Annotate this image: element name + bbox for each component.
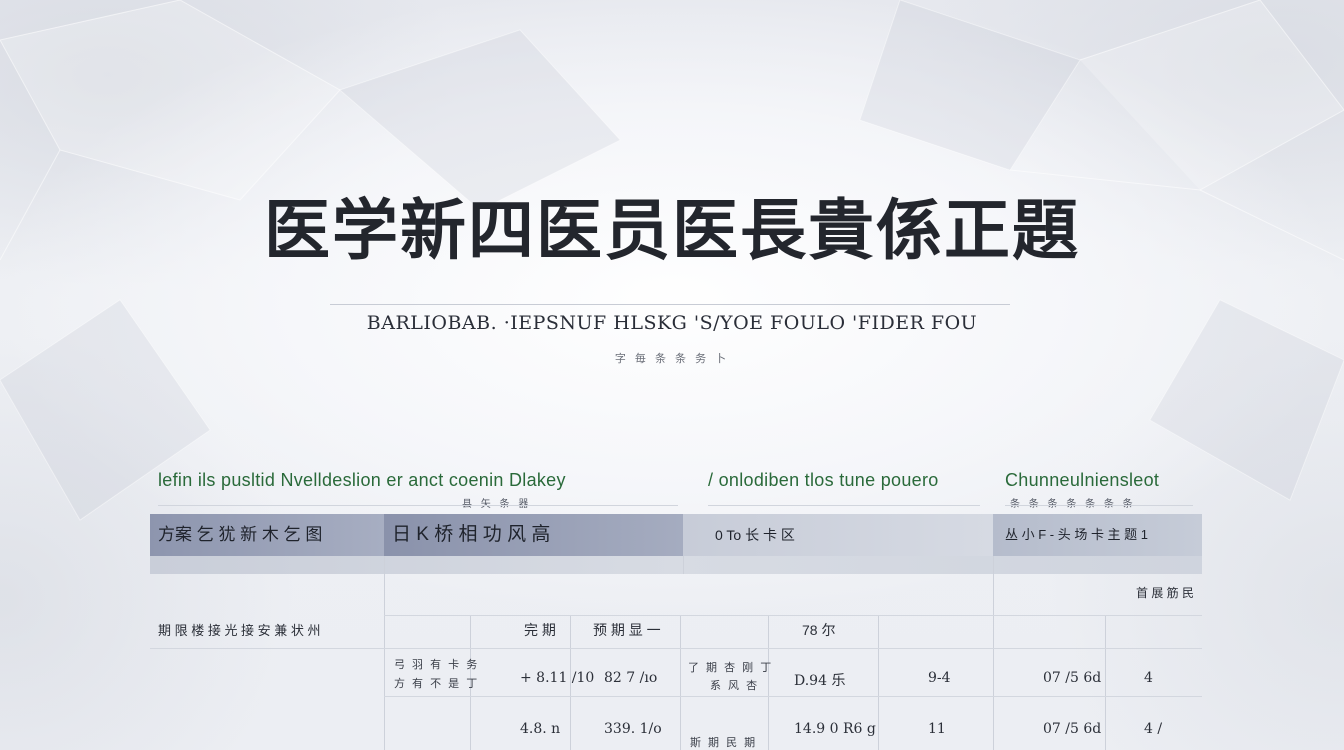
table-header-cell: 丛 小 F - 头 场 卡 主 题 1 [993,514,1202,556]
table-cell: D.94 乐 [794,673,846,689]
table-cell: 4 / [1144,721,1163,737]
section-rule-1 [158,505,678,506]
table-row-divider [150,648,1202,649]
table-cell: 弓 羽 有 卡 务 [394,659,480,671]
table-header-cell: 方案 乞 犹 新 木 乞 图 [150,514,384,556]
section-heading-3: Chunneulniensleot [1005,470,1160,490]
table-row-label: 期 限 楼 接 光 接 安 兼 状 州 [158,623,321,638]
document-title: 医学新四医员医長貴係正題 [264,191,1080,269]
table-cell: 82 7 /ıo [604,670,658,686]
title-divider [330,304,1010,305]
data-table: 方案 乞 犹 新 木 乞 图 日 K 桥 相 功 风 高 0 To 长 卡 区 … [150,514,1202,750]
table-divider [683,556,684,574]
table-cell: 78 尔 [802,622,836,638]
table-cell: 14.9 0 R6 g [794,721,876,737]
table-header-cell: 0 To 长 卡 区 [683,514,993,556]
table-cell: 07 /5 6d [1043,670,1102,686]
table-cell: 方 有 不 是 丁 [394,678,480,690]
table-cell: 预 期 显 一 [593,622,661,638]
table-cell: 系 风 杏 [710,680,760,692]
table-cell: 4 [1144,670,1153,686]
table-unit-note: 首 展 筋 民 [1136,586,1195,600]
table-cell: 斯 期 民 期 [690,737,758,749]
table-cell: 9-4 [928,670,951,686]
table-cell: 07 /5 6d [1043,721,1102,737]
table-cell: 11 [928,721,946,737]
section-heading-2: / onlodiben tlos tune pouero [708,470,939,490]
table-divider [768,616,769,750]
table-cell: 完 期 [524,622,556,638]
section-rule-3 [1005,505,1193,506]
section-heading-1: lefin ils pusltid Nvelldeslion er anct c… [158,470,566,490]
table-header-band [150,556,1202,574]
table-divider [680,616,681,750]
table-divider [993,556,994,750]
table-cell: 4.8. n [520,721,561,737]
table-cell: + 8.11 /10 [520,670,595,686]
table-cell: 339. 1/o [604,721,662,737]
section-subheading-3: 条 条 条 条 条 条 条 [1010,495,1136,510]
table-row-divider [384,615,1202,616]
table-divider [1105,616,1106,750]
table-divider [384,556,385,750]
document-subtitle: BARLIOBAB. ·IEPSNUF HLSKG 'S/YOE FOULO '… [366,312,978,334]
table-row-divider [384,696,1202,697]
table-divider [878,616,879,750]
table-cell: 了 期 杏 刚 丁 [688,662,774,674]
section-subheading-1: 县 矢 条 器 [462,495,531,510]
table-header-row: 方案 乞 犹 新 木 乞 图 日 K 桥 相 功 风 高 0 To 长 卡 区 … [150,514,1202,556]
section-rule-2 [708,505,980,506]
document-caption: 字 毎 条 条 务 卜 [614,353,730,365]
table-header-cell: 日 K 桥 相 功 风 高 [384,514,683,556]
